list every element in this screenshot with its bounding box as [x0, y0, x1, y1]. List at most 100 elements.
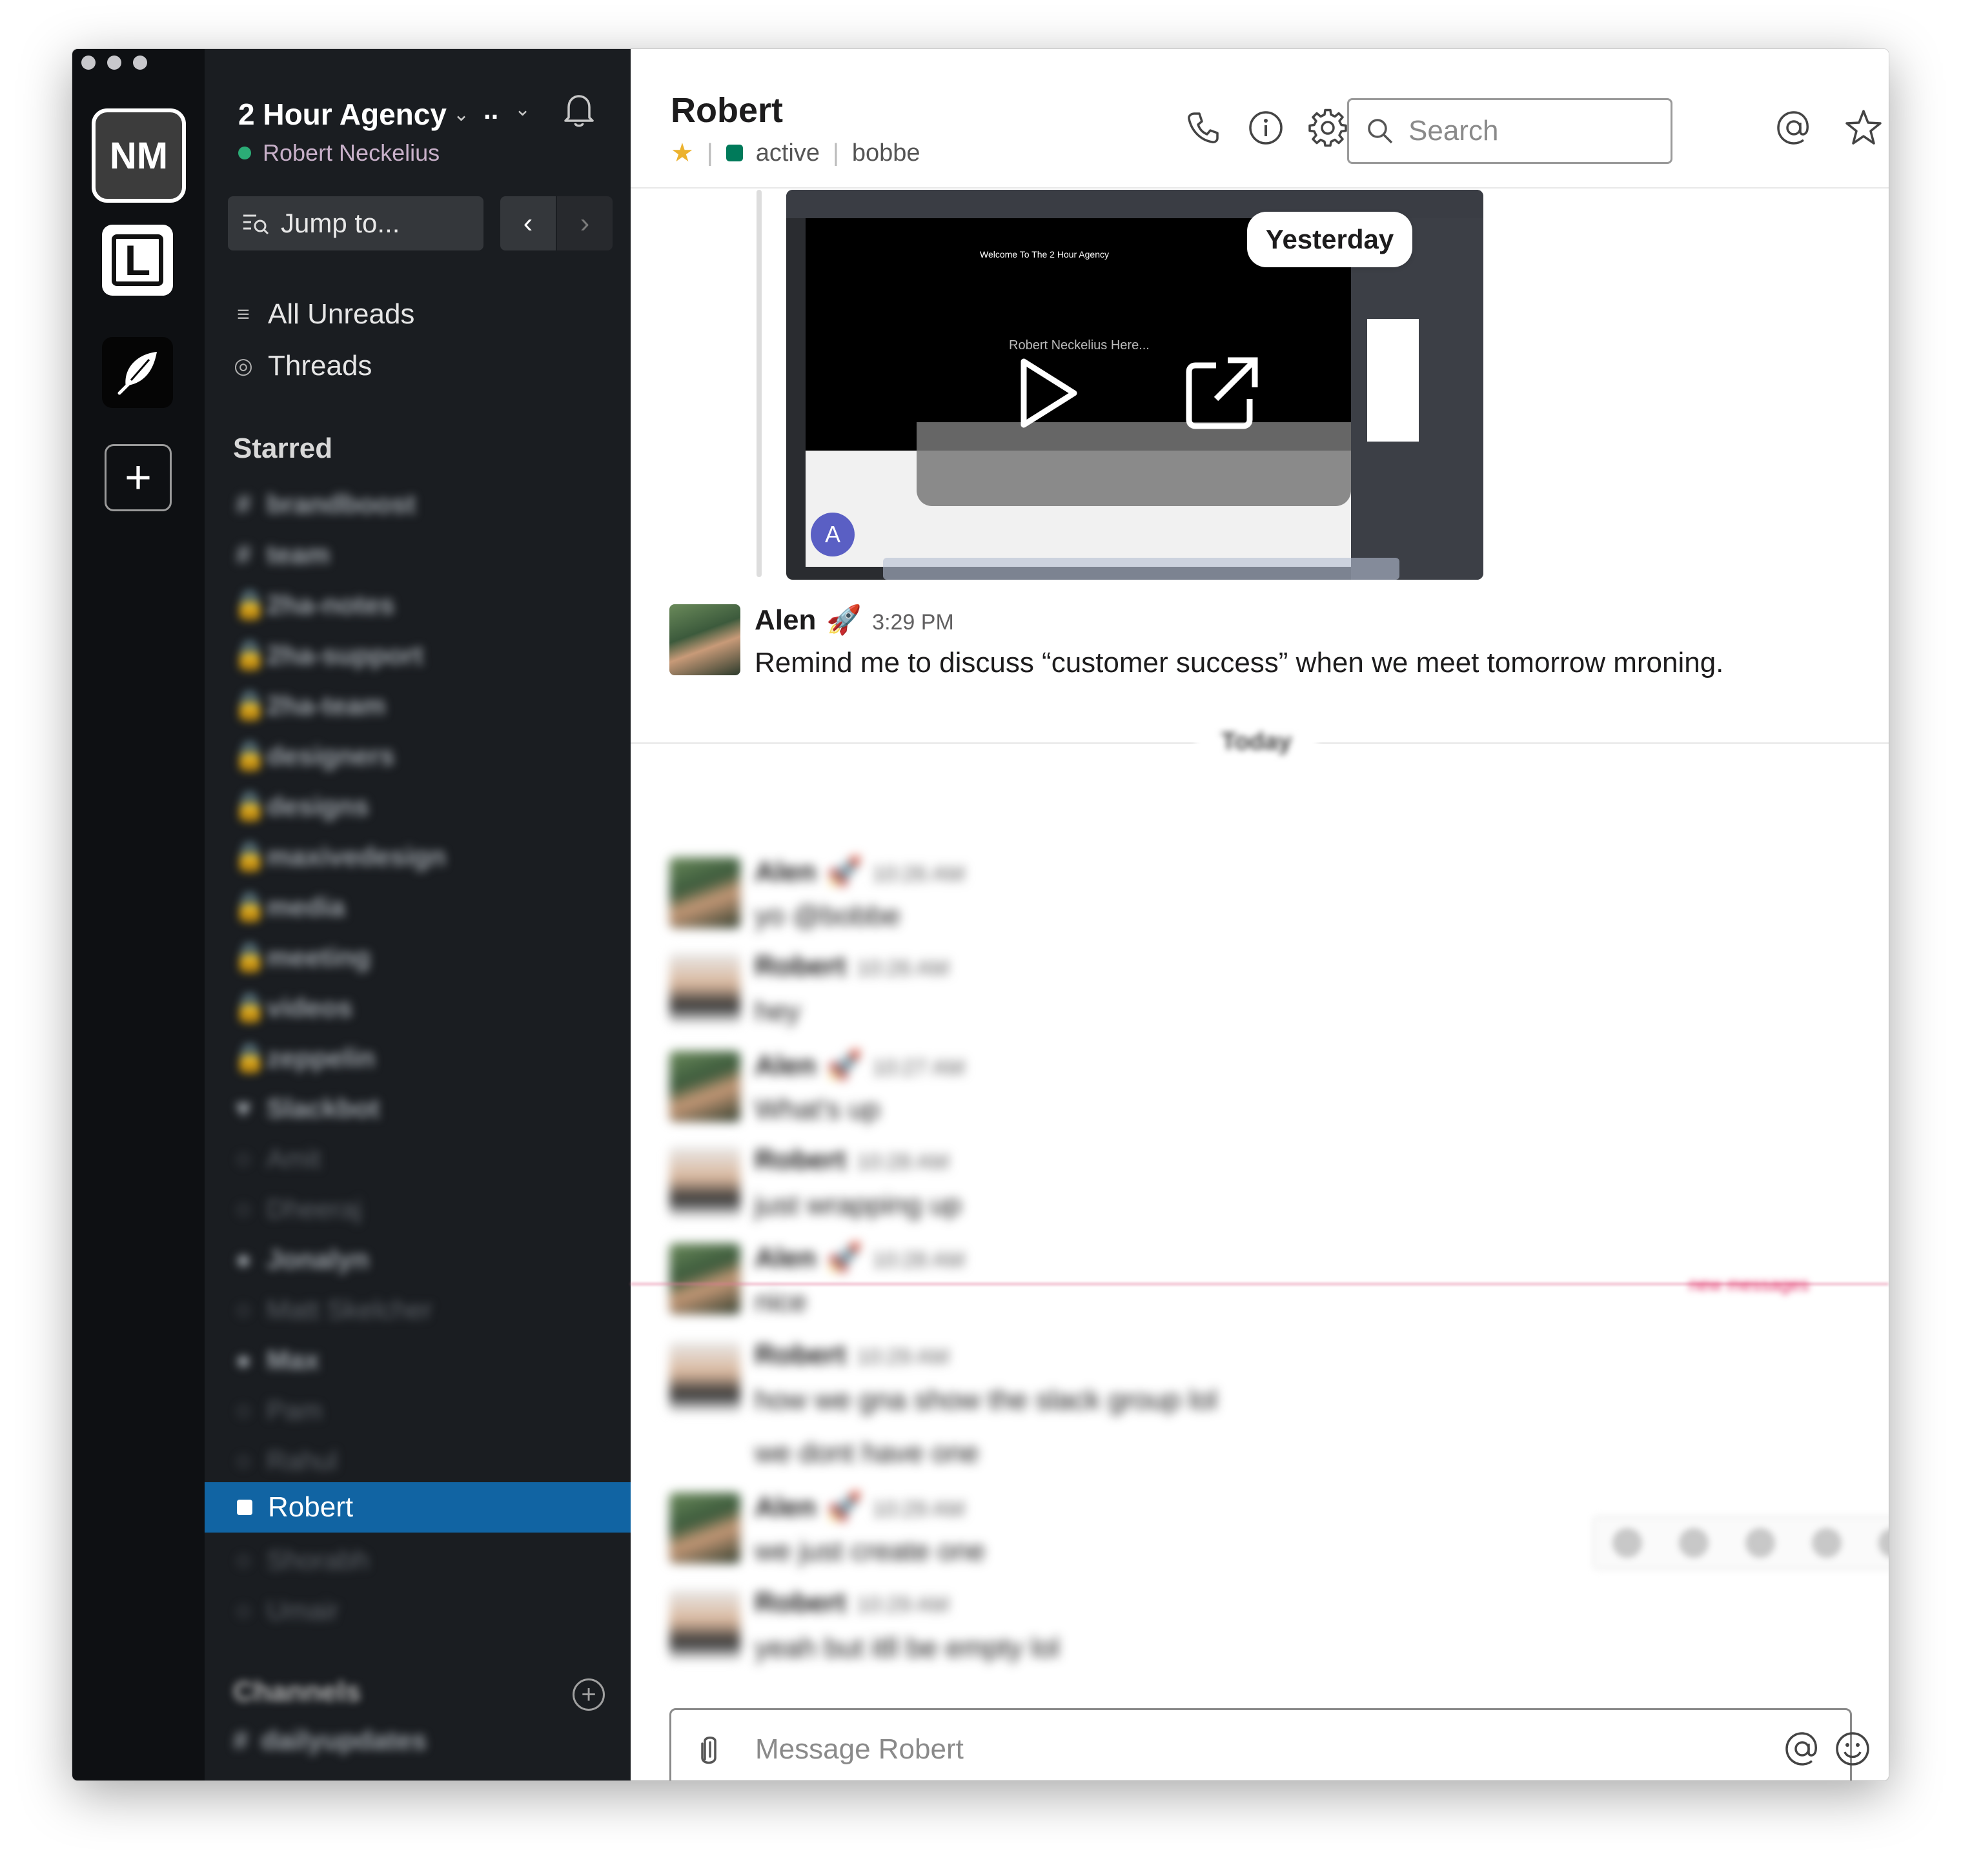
avatar[interactable] [669, 953, 740, 1024]
add-reaction-icon[interactable] [1612, 1528, 1642, 1558]
workspace-nm[interactable]: NM [92, 108, 186, 203]
mentions-at-icon[interactable] [1773, 107, 1814, 148]
workspace-l[interactable]: L [102, 225, 173, 296]
search-input[interactable]: Search [1347, 98, 1672, 164]
sidebar-item[interactable]: # brandboost [233, 479, 446, 529]
message-timestamp[interactable]: 10:28 AM [872, 1248, 965, 1273]
minimize-window-dot[interactable] [107, 56, 121, 70]
gear-icon[interactable] [1307, 107, 1348, 148]
sidebar-item[interactable]: ♥ Slackbot [233, 1083, 446, 1134]
add-workspace-button[interactable]: + [105, 444, 172, 511]
current-user[interactable]: Robert Neckelius [238, 139, 440, 167]
avatar[interactable] [669, 1051, 740, 1122]
channels-section-title[interactable]: Channels [233, 1676, 361, 1708]
message-author[interactable]: Alen [755, 1491, 816, 1524]
share-message-icon[interactable] [1745, 1528, 1775, 1558]
sidebar-item[interactable]: ○ Shorabh [233, 1535, 369, 1585]
message-timestamp[interactable]: 10:29 AM [857, 1593, 950, 1618]
sidebar-item[interactable]: ● Jonalyn [233, 1234, 446, 1285]
sidebar-item[interactable]: 🔒 2ha-notes [233, 580, 446, 630]
message-author[interactable]: Alen [755, 1242, 816, 1274]
avatar[interactable] [669, 604, 740, 675]
team-more-dots[interactable]: .. [483, 94, 498, 125]
emoji-picker-icon[interactable] [1833, 1729, 1872, 1768]
add-channel-icon[interactable]: + [573, 1678, 605, 1711]
sidebar-item[interactable]: 🔒 media [233, 882, 446, 932]
sidebar-item-prefix-icon: ● [235, 1345, 252, 1375]
message-author[interactable]: Robert [755, 950, 846, 983]
message-timestamp[interactable]: 3:29 PM [872, 610, 954, 635]
sidebar-item-robert[interactable]: Robert [205, 1482, 631, 1533]
sidebar-item[interactable]: ○ Pam [233, 1385, 446, 1436]
close-window-dot[interactable] [81, 56, 96, 70]
star-message-icon[interactable] [1812, 1528, 1842, 1558]
sidebar-item[interactable]: 🔒 2ha-team [233, 680, 446, 731]
sidebar-item-dailyupdates[interactable]: # dailyupdates [233, 1725, 427, 1756]
sidebar-item[interactable]: ○ Umair [233, 1585, 369, 1636]
message-author[interactable]: Robert [755, 1144, 846, 1176]
sidebar-item[interactable]: ○ Matt Skelcher [233, 1285, 446, 1335]
phone-icon[interactable] [1183, 107, 1224, 148]
sidebar-item[interactable]: 🔒 designs [233, 781, 446, 831]
threads-link[interactable]: ◎ Threads [233, 350, 372, 382]
jump-to-button[interactable]: Jump to... [228, 196, 483, 250]
open-external-icon[interactable] [1180, 351, 1264, 435]
sidebar-item[interactable]: ○ Dheeraj [233, 1184, 446, 1234]
user-handle[interactable]: bobbe [852, 139, 920, 167]
window-controls[interactable] [81, 56, 147, 70]
sidebar-item[interactable]: ○ Rahul [233, 1436, 446, 1486]
info-icon[interactable] [1245, 107, 1286, 148]
history-forward-button[interactable]: › [557, 196, 613, 250]
message-author[interactable]: Robert [755, 1587, 846, 1619]
avatar[interactable] [669, 1341, 740, 1412]
sidebar-item[interactable]: 🔒 2ha-support [233, 630, 446, 680]
starred-icon[interactable]: ★ [671, 138, 694, 168]
message-author[interactable]: Alen [755, 856, 816, 888]
message-author[interactable]: Alen [755, 1050, 816, 1082]
date-divider-today[interactable]: Today [1195, 728, 1318, 756]
all-unreads-link[interactable]: ≡ All Unreads [233, 298, 414, 331]
more-message-actions-icon[interactable] [1878, 1528, 1889, 1558]
date-divider-yesterday[interactable]: Yesterday [1247, 212, 1412, 267]
sidebar-item[interactable]: 🔒 videos [233, 983, 446, 1033]
sidebar-item[interactable]: ○ Amit [233, 1134, 446, 1184]
message-timestamp[interactable]: 10:29 AM [857, 1345, 950, 1370]
team-name[interactable]: 2 Hour Agency [238, 97, 447, 132]
sidebar-item[interactable]: 🔒 zeppelin [233, 1033, 446, 1083]
sidebar-item[interactable]: 🔒 meeting [233, 932, 446, 983]
sidebar-item[interactable]: 🔒 maxivedesign [233, 831, 446, 882]
start-thread-icon[interactable] [1678, 1528, 1709, 1558]
history-back-button[interactable]: ‹ [500, 196, 556, 250]
workspace-feather[interactable] [102, 337, 173, 408]
message-timestamp[interactable]: 10:28 AM [857, 1150, 950, 1175]
avatar[interactable] [669, 1493, 740, 1564]
message-timestamp[interactable]: 10:27 AM [872, 1055, 965, 1081]
message-timestamp[interactable]: 10:26 AM [857, 956, 950, 981]
maximize-window-dot[interactable] [133, 56, 147, 70]
avatar[interactable] [669, 1147, 740, 1218]
message-author[interactable]: Robert [755, 1339, 846, 1371]
conversation-title[interactable]: Robert [671, 90, 783, 130]
sidebar-item[interactable]: # team [233, 529, 446, 580]
bell-icon[interactable] [558, 89, 600, 130]
paperclip-icon[interactable] [691, 1729, 729, 1768]
starred-section-title[interactable]: Starred [233, 433, 332, 465]
message-timestamp[interactable]: 10:26 AM [872, 862, 965, 887]
sidebar-item[interactable]: 🔒 designers [233, 731, 446, 781]
team-menu-chevron-icon[interactable]: ⌄ [453, 103, 469, 126]
sidebar-item[interactable]: ● Max [233, 1335, 446, 1385]
play-icon[interactable] [1006, 351, 1090, 435]
avatar[interactable] [669, 1589, 740, 1660]
mention-at-icon[interactable] [1782, 1728, 1823, 1769]
message-timestamp[interactable]: 10:29 AM [872, 1497, 965, 1522]
star-outline-icon[interactable] [1843, 107, 1884, 148]
message-hover-actions[interactable] [1592, 1516, 1889, 1570]
message-composer[interactable]: Message Robert [669, 1708, 1869, 1780]
composer-placeholder[interactable]: Message Robert [755, 1733, 964, 1766]
chevron-down-icon[interactable]: ⌄ [514, 98, 531, 121]
avatar[interactable] [669, 857, 740, 928]
message-author[interactable]: Alen [755, 604, 816, 637]
message-text: how we gna show the slack group lol [755, 1384, 1217, 1416]
avatar[interactable] [669, 1243, 740, 1314]
workspace-l-logo: L [112, 234, 163, 286]
